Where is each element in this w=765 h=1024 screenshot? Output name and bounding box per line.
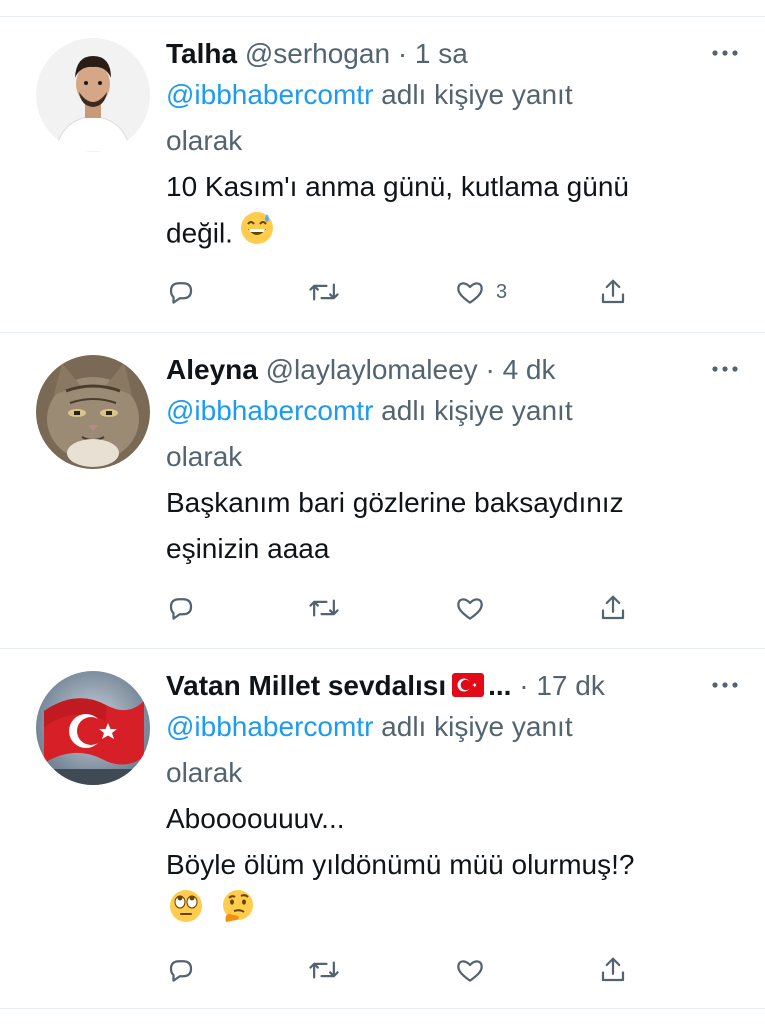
tweet-actions <box>166 950 646 990</box>
like-button[interactable] <box>454 588 496 628</box>
more-icon[interactable] <box>708 354 742 384</box>
reply-button[interactable] <box>166 950 196 990</box>
reply-icon <box>169 282 193 304</box>
reply-context-text: olarak <box>166 757 243 788</box>
tweet-header: Talha @serhogan · 1 sa <box>166 36 726 72</box>
retweet-button[interactable] <box>308 950 340 990</box>
avatar[interactable] <box>36 38 150 152</box>
tweet-actions <box>166 588 646 628</box>
like-button[interactable]: 3 <box>454 272 507 312</box>
timestamp[interactable]: 17 dk <box>536 670 605 701</box>
reply-context-text: olarak <box>166 125 243 156</box>
more-icon[interactable] <box>708 38 742 68</box>
tweet-text-line: Böyle ölüm yıldönümü müü olurmuş!? <box>166 849 635 880</box>
tweet-text-line: Başkanım bari gözlerine baksaydınız <box>166 487 624 518</box>
tweet-body: Vatan Millet sevdalısı ... · 17 dk @ibbh… <box>166 668 738 938</box>
share-icon <box>601 595 625 620</box>
retweet-icon <box>309 961 339 979</box>
divider <box>0 1008 765 1009</box>
tweet[interactable]: Talha @serhogan · 1 sa @ibbhabercomtr ad… <box>0 36 765 332</box>
reply-context-text: adlı kişiye yanıt <box>373 711 573 742</box>
heart-icon <box>457 598 483 620</box>
retweet-icon <box>309 283 339 301</box>
thinking-emoji <box>220 888 256 938</box>
tweet-text-line: 10 Kasım'ı anma günü, kutlama günü <box>166 171 629 202</box>
retweet-button[interactable] <box>308 588 340 628</box>
heart-icon <box>457 960 483 982</box>
reply-button[interactable] <box>166 272 196 312</box>
heart-icon <box>457 282 483 304</box>
separator-dot: · <box>485 354 495 385</box>
eye-roll-emoji <box>168 888 204 938</box>
tweet-text-line: değil. <box>166 217 233 249</box>
turkish-flag-emoji <box>452 670 485 706</box>
tweet-actions: 3 <box>166 272 646 312</box>
reply-context-text: olarak <box>166 441 243 472</box>
share-button[interactable] <box>598 588 628 628</box>
tweet-text-line: Aboooouuuv... <box>166 803 345 834</box>
divider <box>0 16 765 17</box>
display-name[interactable]: Vatan Millet sevdalısı <box>166 670 446 701</box>
reply-icon <box>169 598 193 620</box>
share-icon <box>601 957 625 982</box>
like-button[interactable] <box>454 950 496 990</box>
more-icon[interactable] <box>708 670 742 700</box>
tweet-text: Başkanım bari gözlerine baksaydınız eşin… <box>166 480 726 572</box>
avatar[interactable] <box>36 671 150 785</box>
reply-context: @ibbhabercomtr adlı kişiye yanıt olarak <box>166 704 726 796</box>
tweet-body: Aleyna @laylaylomaleey · 4 dk @ibbhaberc… <box>166 352 738 572</box>
mention-link[interactable]: @ibbhabercomtr <box>166 79 373 110</box>
reply-context: @ibbhabercomtr adlı kişiye yanıt olarak <box>166 72 726 164</box>
separator-dot: · <box>397 38 408 69</box>
tweet[interactable]: Vatan Millet sevdalısı ... · 17 dk @ibbh… <box>0 668 765 1008</box>
divider <box>0 332 765 333</box>
avatar[interactable] <box>36 355 150 469</box>
like-count: 3 <box>496 280 508 303</box>
share-button[interactable] <box>598 950 628 990</box>
share-button[interactable] <box>598 272 628 312</box>
tweet-body: Talha @serhogan · 1 sa @ibbhabercomtr ad… <box>166 36 738 260</box>
separator-dot: · <box>519 670 529 701</box>
display-name[interactable]: Talha <box>166 38 237 69</box>
timestamp[interactable]: 4 dk <box>503 354 556 385</box>
reply-button[interactable] <box>166 588 196 628</box>
tweet-text-line: eşinizin aaaa <box>166 533 330 564</box>
reply-icon <box>169 960 193 982</box>
reply-context: @ibbhabercomtr adlı kişiye yanıt olarak <box>166 388 726 480</box>
retweet-button[interactable] <box>308 272 340 312</box>
mention-link[interactable]: @ibbhabercomtr <box>166 711 373 742</box>
timestamp[interactable]: 1 sa <box>415 38 468 69</box>
retweet-icon <box>309 599 339 617</box>
user-handle[interactable]: @laylaylomaleey <box>266 354 478 385</box>
name-truncation: ... <box>488 670 512 701</box>
tweet-text: 10 Kasım'ı anma günü, kutlama günü değil… <box>166 164 726 260</box>
reply-context-text: adlı kişiye yanıt <box>373 395 573 426</box>
tweet-text: Aboooouuuv... Böyle ölüm yıldönümü müü o… <box>166 796 726 938</box>
display-name[interactable]: Aleyna <box>166 354 258 385</box>
user-handle[interactable]: @serhogan <box>245 38 390 69</box>
divider <box>0 648 765 649</box>
share-icon <box>601 279 625 304</box>
tweet-header: Aleyna @laylaylomaleey · 4 dk <box>166 352 726 388</box>
reply-context-text: adlı kişiye yanıt <box>373 79 573 110</box>
tweet-header: Vatan Millet sevdalısı ... · 17 dk <box>166 668 726 704</box>
mention-link[interactable]: @ibbhabercomtr <box>166 395 373 426</box>
tweet[interactable]: Aleyna @laylaylomaleey · 4 dk @ibbhaberc… <box>0 352 765 648</box>
grinning-sweat-emoji <box>239 210 275 260</box>
